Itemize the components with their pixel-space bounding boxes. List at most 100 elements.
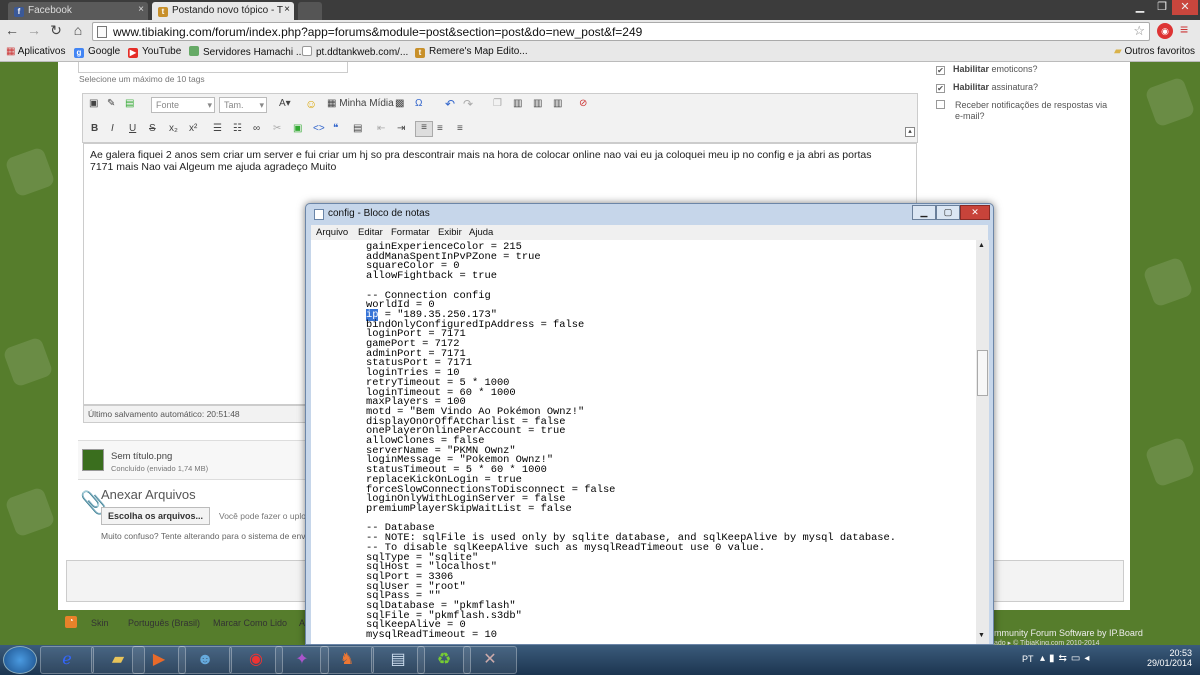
table-icon[interactable]: ▩: [395, 98, 404, 114]
align-center-icon[interactable]: ≡: [437, 123, 443, 139]
paste-text-icon[interactable]: ▥: [533, 98, 542, 114]
star-icon[interactable]: ☆: [1133, 23, 1145, 39]
size-select[interactable]: Tam. ▾: [219, 97, 267, 113]
subscript-icon[interactable]: x₂: [169, 123, 178, 139]
tray-icons[interactable]: ▴▮⇆▭◂: [1040, 653, 1093, 664]
notepad-scrollbar[interactable]: ▲ ▼: [976, 240, 989, 644]
align-right-icon[interactable]: ≡: [457, 123, 463, 139]
language-indicator[interactable]: PT: [1022, 654, 1034, 664]
bookmark-other[interactable]: ▰ Outros favoritos: [1114, 46, 1195, 57]
media-icon: ▦: [327, 98, 340, 109]
strike-icon[interactable]: S: [149, 123, 156, 139]
copy-icon[interactable]: ❐: [493, 98, 502, 114]
image-icon[interactable]: ▣: [293, 123, 302, 139]
clock[interactable]: 20:53 29/01/2014: [1147, 648, 1192, 668]
tab-postando[interactable]: t Postando novo tópico - T ×: [152, 2, 294, 20]
close-icon[interactable]: ✕: [960, 205, 990, 220]
start-button[interactable]: [3, 646, 37, 674]
font-color-icon[interactable]: A▾: [279, 98, 291, 114]
bookmark-ddtank[interactable]: pt.ddtankweb.com/...: [302, 46, 408, 58]
source-icon[interactable]: ▣: [89, 98, 98, 114]
scroll-down-icon[interactable]: ▼: [978, 632, 985, 639]
paste-icon[interactable]: ▥: [513, 98, 522, 114]
app-icon[interactable]: ♞: [320, 646, 374, 674]
address-bar[interactable]: www.tibiaking.com/forum/index.php?app=fo…: [92, 22, 1150, 41]
menu-icon[interactable]: ≡: [1180, 21, 1188, 37]
footer-mark-read-link[interactable]: Marcar Como Lido: [213, 618, 287, 628]
ie-icon[interactable]: ℯ: [40, 646, 94, 674]
menu-ajuda[interactable]: Ajuda: [469, 227, 493, 238]
media-button[interactable]: ▦ Minha Mídia: [327, 98, 394, 114]
bookmark-youtube[interactable]: ▶ YouTube: [128, 46, 181, 58]
collapse-icon[interactable]: ▴: [905, 127, 915, 137]
checkbox-checked[interactable]: ✔: [936, 66, 945, 75]
numbered-list-icon[interactable]: ☷: [233, 123, 242, 139]
minimize-icon[interactable]: ▁: [1128, 0, 1152, 15]
spoiler-icon[interactable]: ▤: [353, 123, 362, 139]
forward-icon[interactable]: →: [24, 22, 44, 40]
outdent-icon[interactable]: ⇤: [377, 123, 385, 139]
bold-icon[interactable]: B: [91, 123, 98, 139]
app-icon[interactable]: ✕: [463, 646, 517, 674]
quote-icon[interactable]: ❝: [333, 123, 338, 139]
italic-icon[interactable]: I: [111, 123, 114, 139]
template-icon[interactable]: ▤: [125, 98, 134, 114]
notepad-text-area[interactable]: gainExperienceColor = 215 addManaSpentInP…: [311, 240, 976, 644]
close-icon[interactable]: ×: [284, 4, 290, 15]
scroll-thumb[interactable]: [977, 350, 988, 396]
eraser-icon[interactable]: ✎: [107, 98, 115, 114]
bookmark-apps[interactable]: ▦ Aplicativos: [6, 46, 66, 57]
bookmark-hamachi[interactable]: Servidores Hamachi ...: [189, 46, 304, 58]
undo-icon[interactable]: ↶: [445, 97, 455, 113]
game-icon[interactable]: ☻: [178, 646, 232, 674]
footer-language-link[interactable]: Português (Brasil): [128, 618, 200, 628]
home-icon[interactable]: ⌂: [68, 22, 88, 40]
option-notify[interactable]: Receber notificações de respostas via e-…: [936, 100, 1116, 122]
rss-icon[interactable]: ◔: [65, 616, 77, 628]
attach-title: Anexar Arquivos: [101, 487, 196, 502]
choose-files-button[interactable]: Escolha os arquivos...: [101, 507, 210, 525]
checkbox-unchecked[interactable]: [936, 100, 945, 109]
checkbox-checked[interactable]: ✔: [936, 84, 945, 93]
notepad-line: premiumPlayerSkipWaitList = false: [366, 502, 572, 515]
link-icon[interactable]: ∞: [253, 123, 260, 139]
back-icon[interactable]: ←: [2, 22, 22, 40]
attachment-thumbnail[interactable]: [82, 449, 104, 471]
tab-facebook[interactable]: f Facebook ×: [8, 2, 148, 20]
align-left-icon[interactable]: ≡: [415, 121, 433, 137]
maximize-icon[interactable]: ❐: [1150, 0, 1174, 15]
menu-formatar[interactable]: Formatar: [391, 227, 430, 238]
upload-confused-link[interactable]: Muito confuso? Tente alterando para o si…: [101, 531, 312, 541]
scroll-up-icon[interactable]: ▲: [978, 242, 985, 249]
apps-icon: ▦: [6, 46, 18, 57]
font-select[interactable]: Fonte ▾: [151, 97, 215, 113]
option-emoticons[interactable]: ✔ Habilitar emoticons?: [936, 64, 1038, 75]
unlink-icon[interactable]: ✂: [273, 123, 281, 139]
find-icon[interactable]: ⊘: [579, 98, 587, 114]
tags-input[interactable]: [78, 62, 348, 73]
code-icon[interactable]: <>: [313, 123, 325, 139]
extension-icon[interactable]: ◉: [1157, 23, 1173, 39]
bookmark-remeres[interactable]: t Remere's Map Edito...: [415, 46, 528, 58]
bookmark-google[interactable]: g Google: [74, 46, 120, 58]
close-icon[interactable]: ×: [138, 4, 144, 15]
indent-icon[interactable]: ⇥: [397, 123, 405, 139]
close-window-icon[interactable]: ✕: [1172, 0, 1198, 15]
minimize-icon[interactable]: ▁: [912, 205, 936, 220]
superscript-icon[interactable]: x²: [189, 123, 197, 139]
reload-icon[interactable]: ↻: [46, 22, 66, 40]
tibiaking-icon: t: [415, 48, 425, 58]
redo-icon[interactable]: ↷: [463, 97, 473, 113]
menu-exibir[interactable]: Exibir: [438, 227, 462, 238]
paste-word-icon[interactable]: ▥: [553, 98, 562, 114]
option-signature[interactable]: ✔ Habilitar assinatura?: [936, 82, 1038, 93]
menu-editar[interactable]: Editar: [358, 227, 383, 238]
bullet-list-icon[interactable]: ☰: [213, 123, 222, 139]
maximize-icon[interactable]: ▢: [936, 205, 960, 220]
emoticon-icon[interactable]: ☺: [305, 97, 317, 113]
underline-icon[interactable]: U: [129, 123, 136, 139]
special-char-icon[interactable]: Ω: [415, 98, 422, 114]
new-tab-button[interactable]: [298, 2, 322, 20]
menu-arquivo[interactable]: Arquivo: [316, 227, 348, 238]
footer-skin-link[interactable]: Skin: [91, 618, 109, 628]
